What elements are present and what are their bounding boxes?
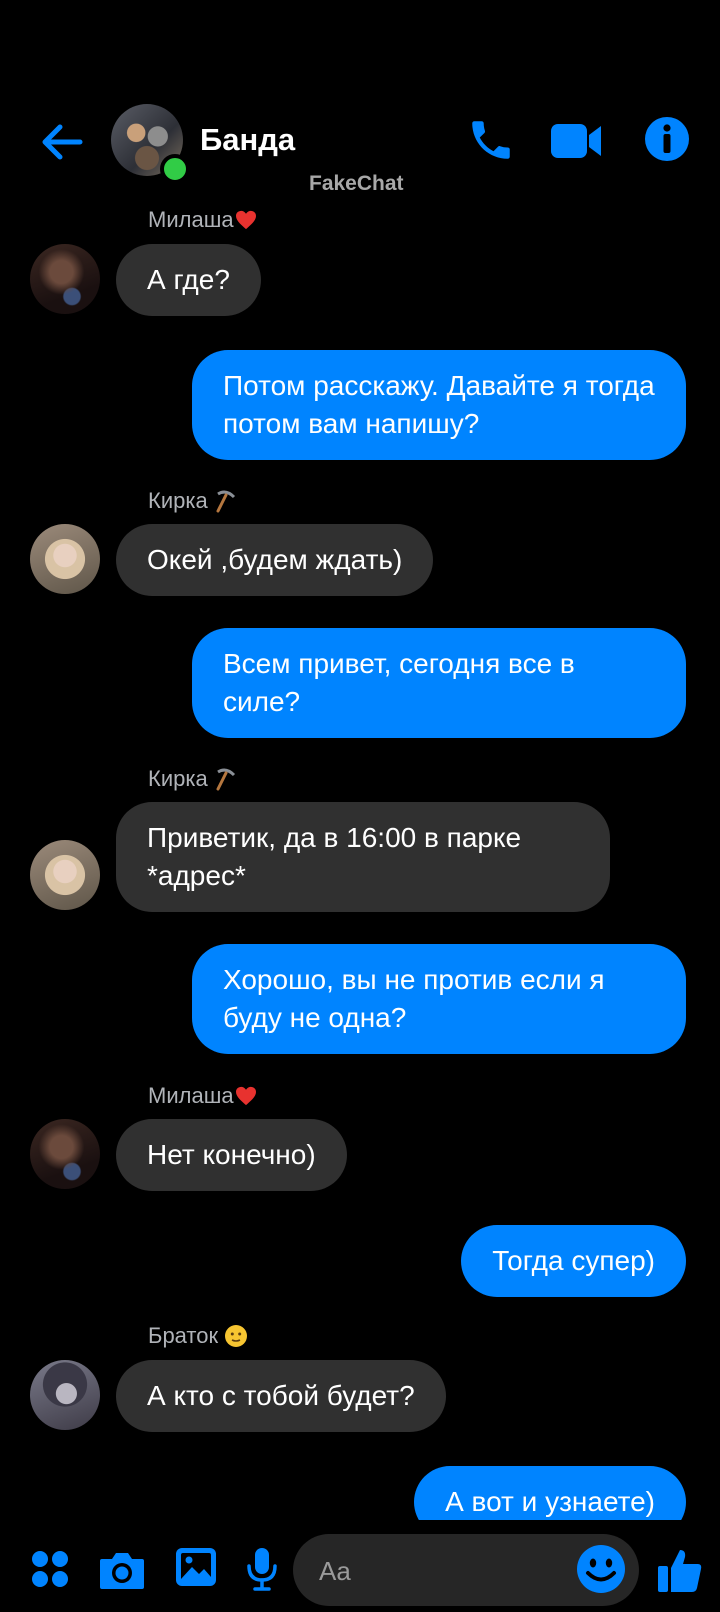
avatar-milasha[interactable]: [30, 1119, 100, 1189]
heart-emoji-icon: [235, 210, 256, 230]
thumbs-up-icon: [658, 1550, 702, 1592]
sender-name: Кирка: [148, 488, 238, 514]
video-camera-icon: [551, 124, 601, 158]
message-bubble-outgoing[interactable]: Всем привет, сегодня все в силе?: [192, 628, 686, 738]
gallery-icon: [176, 1548, 216, 1586]
apps-button[interactable]: [30, 1549, 70, 1589]
info-icon: [645, 117, 689, 161]
message-bubble-incoming[interactable]: Окей ,будем ждать): [116, 524, 434, 596]
avatar-kirka[interactable]: [30, 840, 100, 910]
message-bubble-incoming[interactable]: Приветик, да в 16:00 в парке *адрес*: [116, 802, 610, 912]
avatar-milasha[interactable]: [30, 244, 100, 314]
sender-name: Браток: [148, 1323, 248, 1349]
message-bubble-outgoing[interactable]: Потом расскажу. Давайте я тогда потом ва…: [192, 350, 686, 460]
back-arrow-icon: [42, 124, 83, 160]
video-call-button[interactable]: [549, 120, 603, 162]
face-emoji-icon: [225, 1325, 248, 1347]
camera-button[interactable]: [98, 1549, 146, 1591]
voice-call-button[interactable]: [466, 114, 516, 166]
pickaxe-emoji-icon: [216, 768, 235, 791]
sender-name: Милаша: [148, 207, 257, 233]
pickaxe-emoji-icon: [216, 490, 235, 513]
message-bubble-outgoing[interactable]: Тогда супер): [461, 1225, 686, 1297]
chat-title[interactable]: Банда: [200, 122, 295, 158]
sender-name: Милаша: [148, 1083, 257, 1109]
online-status-dot: [160, 154, 190, 184]
sender-name: Кирка: [148, 766, 238, 792]
phone-icon: [472, 121, 510, 159]
gallery-button[interactable]: [174, 1546, 218, 1588]
info-button[interactable]: [644, 116, 690, 162]
avatar-bratok[interactable]: [30, 1360, 100, 1430]
message-bubble-incoming[interactable]: А где?: [116, 244, 261, 316]
emoji-button[interactable]: [576, 1544, 626, 1594]
message-input[interactable]: [317, 1553, 561, 1589]
message-bubble-incoming[interactable]: Нет конечно): [116, 1119, 347, 1191]
microphone-icon: [247, 1548, 277, 1591]
back-button[interactable]: [38, 118, 86, 166]
like-button[interactable]: [656, 1546, 704, 1594]
emoji-icon: [577, 1545, 625, 1593]
heart-emoji-icon: [235, 1086, 256, 1106]
apps-icon: [32, 1551, 68, 1587]
camera-icon: [100, 1553, 144, 1589]
voice-message-button[interactable]: [246, 1546, 278, 1592]
message-bubble-incoming[interactable]: А кто с тобой будет?: [116, 1360, 446, 1432]
watermark-text: FakeChat: [309, 172, 404, 195]
avatar-kirka[interactable]: [30, 524, 100, 594]
message-bubble-outgoing[interactable]: Хорошо, вы не против если я буду не одна…: [192, 944, 686, 1054]
